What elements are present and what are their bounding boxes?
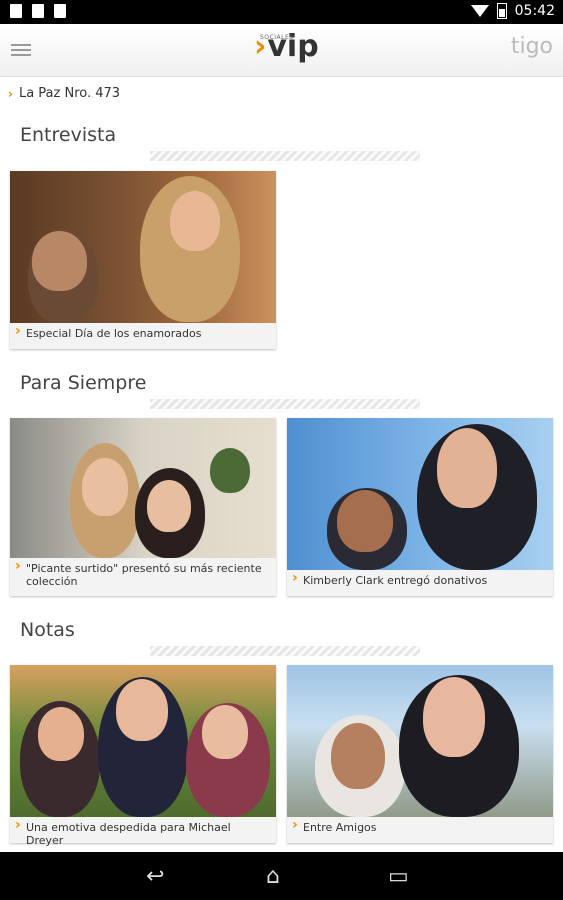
- sim-card-icon: [32, 4, 44, 18]
- article-caption: "Picante surtido" presentó su más recien…: [10, 558, 276, 596]
- article-caption: Kimberly Clark entregó donativos: [287, 570, 553, 596]
- recent-apps-icon[interactable]: ▭: [388, 864, 409, 889]
- section-divider: [150, 646, 420, 656]
- article-card[interactable]: Kimberly Clark entregó donativos: [287, 418, 553, 596]
- article-photo: [10, 171, 276, 324]
- article-card[interactable]: Especial Día de los enamorados: [10, 171, 276, 349]
- breadcrumb[interactable]: › La Paz Nro. 473: [8, 86, 120, 101]
- section-title-notas: Notas: [20, 619, 75, 641]
- article-photo: [287, 418, 553, 570]
- wifi-icon: [470, 5, 489, 17]
- brand-logo: tigo: [510, 34, 553, 59]
- section-divider: [150, 399, 420, 409]
- app-bar: SOCIALES › vip tigo: [0, 24, 563, 77]
- chevron-right-icon: ›: [8, 86, 13, 101]
- clipboard-icon: [54, 4, 66, 18]
- clock: 05:42: [514, 3, 555, 19]
- battery-icon: [496, 3, 507, 19]
- article-caption: Una emotiva despedida para Michael Dreye…: [10, 817, 276, 847]
- article-photo: [10, 665, 276, 817]
- notification-icons: [10, 4, 66, 18]
- app-logo: SOCIALES › vip: [254, 32, 319, 62]
- section-title-entrevista: Entrevista: [20, 124, 117, 146]
- logo-small-text: SOCIALES: [260, 34, 294, 41]
- article-caption: Entre Amigos: [287, 817, 553, 843]
- article-photo: [10, 418, 276, 558]
- article-photo: [287, 665, 553, 817]
- back-icon[interactable]: ↩: [146, 864, 164, 889]
- breadcrumb-label: La Paz Nro. 473: [18, 86, 121, 101]
- home-icon[interactable]: ⌂: [266, 864, 280, 889]
- article-card[interactable]: "Picante surtido" presentó su más recien…: [10, 418, 276, 596]
- section-divider: [150, 151, 420, 161]
- article-card[interactable]: Entre Amigos: [287, 665, 553, 843]
- system-nav-bar: ↩ ⌂ ▭: [0, 852, 563, 900]
- status-right: 05:42: [470, 3, 555, 19]
- article-card[interactable]: Una emotiva despedida para Michael Dreye…: [10, 665, 276, 847]
- notification-icon: [10, 4, 22, 18]
- status-bar: 05:42: [0, 0, 563, 24]
- section-title-para-siempre: Para Siempre: [20, 372, 147, 394]
- menu-icon[interactable]: [11, 44, 31, 56]
- article-caption: Especial Día de los enamorados: [10, 323, 276, 349]
